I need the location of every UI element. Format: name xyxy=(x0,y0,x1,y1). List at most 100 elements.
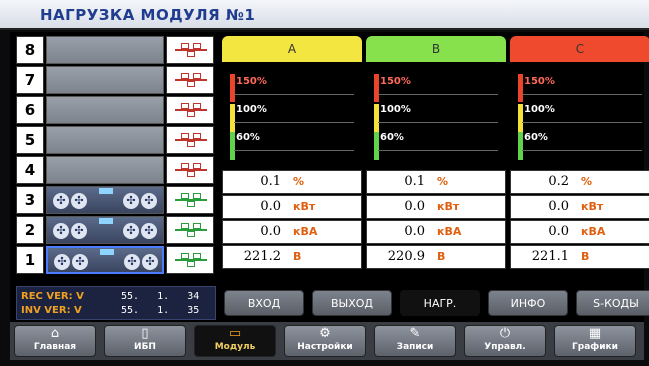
phase-kva-unit: кВА xyxy=(437,225,462,238)
phase-kw-cell: 0.0 кВт xyxy=(510,195,649,219)
inv-version-label: INV VER: V xyxy=(21,305,82,316)
phase-load-cell: 0.1% xyxy=(366,170,506,194)
nav-label: Управл. xyxy=(484,342,526,352)
phase-kw-unit: кВт xyxy=(293,200,316,213)
load-level-label: 150% xyxy=(236,76,267,87)
status-box xyxy=(193,133,201,139)
module-row[interactable]: 6 xyxy=(16,96,226,124)
module-slot[interactable]: ✣ ✣ ✣ ✣ xyxy=(46,186,164,214)
phase-kw-cell: 0.0 кВт xyxy=(366,195,506,219)
module-indicator-light xyxy=(99,218,113,224)
phase-volt-unit: В xyxy=(293,250,302,263)
fan-icon: ✣ xyxy=(54,254,70,270)
module-row[interactable]: 7 xyxy=(16,66,226,94)
status-box xyxy=(181,133,189,139)
load-level-line xyxy=(234,122,354,123)
load-level-segment xyxy=(374,74,379,102)
module-slot[interactable] xyxy=(46,66,164,94)
load-level-segment xyxy=(230,104,235,132)
module-slot[interactable] xyxy=(46,36,164,64)
tab-1[interactable]: ВЫХОД xyxy=(312,290,392,316)
tab-3[interactable]: ИНФО xyxy=(488,290,568,316)
load-level-segment xyxy=(518,74,523,102)
module-status-icon xyxy=(166,156,214,184)
status-box xyxy=(193,253,201,259)
module-slot[interactable] xyxy=(46,126,164,154)
status-box xyxy=(187,261,195,267)
status-box xyxy=(187,201,195,207)
load-level-label: 60% xyxy=(524,132,548,143)
load-level-line xyxy=(522,94,642,95)
module-number: 8 xyxy=(16,36,44,64)
status-box xyxy=(187,141,195,147)
module-slot[interactable]: ✣ ✣ ✣ ✣ xyxy=(46,246,164,274)
phase-kw-value: 0.0 xyxy=(260,199,281,214)
home-icon: ⌂ xyxy=(50,326,60,341)
nav-ups[interactable]: ▯ ИБП xyxy=(104,325,186,357)
module-status-icon xyxy=(166,96,214,124)
module-row[interactable]: 5 xyxy=(16,126,226,154)
load-level-line xyxy=(378,150,498,151)
nav-label: Главная xyxy=(33,342,77,352)
load-level-segment xyxy=(374,104,379,132)
tab-4[interactable]: S-КОДЫ xyxy=(576,290,649,316)
module-row[interactable]: 1 ✣ ✣ ✣ ✣ xyxy=(16,246,226,274)
nav-home[interactable]: ⌂ Главная xyxy=(14,325,96,357)
phase-volt-unit: В xyxy=(437,250,446,263)
status-box xyxy=(181,73,189,79)
load-level-line xyxy=(522,150,642,151)
nav-records[interactable]: ✎ Записи xyxy=(374,325,456,357)
fan-icon: ✣ xyxy=(71,193,87,209)
status-box xyxy=(187,231,195,237)
nav-module[interactable]: ▭ Модуль xyxy=(194,325,276,357)
nav-charts[interactable]: ▦ Графики xyxy=(554,325,636,357)
rec-version-values: 55. 1. 34 xyxy=(121,291,200,302)
status-box xyxy=(193,163,201,169)
phase-volt-value: 221.2 xyxy=(243,249,281,264)
phase-header: B xyxy=(366,36,506,62)
fan-icon: ✣ xyxy=(142,254,158,270)
module-number: 2 xyxy=(16,216,44,244)
page-title: НАГРУЗКА МОДУЛЯ №1 xyxy=(40,6,256,24)
nav-settings-gears[interactable]: ⚙ Настройки xyxy=(284,325,366,357)
nav-power-control[interactable]: ⏻ Управл. xyxy=(464,325,546,357)
load-level-label: 150% xyxy=(380,76,411,87)
phase-volt-value: 220.9 xyxy=(387,249,425,264)
status-box xyxy=(193,223,201,229)
load-bar-area: 150% 100% 60% xyxy=(366,70,506,162)
fan-icon: ✣ xyxy=(123,193,139,209)
load-level-label: 60% xyxy=(380,132,404,143)
phase-volt-cell: 221.2 В xyxy=(222,245,362,269)
ups-icon: ▯ xyxy=(141,326,149,341)
module-number: 6 xyxy=(16,96,44,124)
tab-2[interactable]: НАГР. xyxy=(400,290,480,316)
module-row[interactable]: 3 ✣ ✣ ✣ ✣ xyxy=(16,186,226,214)
nav-label: Записи xyxy=(396,342,434,352)
module-row[interactable]: 8 xyxy=(16,36,226,64)
module-status-icon xyxy=(166,216,214,244)
rec-version-label: REC VER: V xyxy=(21,291,84,302)
module-slot[interactable]: ✣ ✣ ✣ ✣ xyxy=(46,216,164,244)
load-level-bar xyxy=(374,74,379,160)
load-level-line xyxy=(234,150,354,151)
module-icon: ▭ xyxy=(228,326,242,341)
nav-label: ИБП xyxy=(134,342,156,352)
phase-kva-value: 0.0 xyxy=(260,224,281,239)
status-box xyxy=(181,103,189,109)
load-bar-area: 150% 100% 60% xyxy=(222,70,362,162)
module-number: 1 xyxy=(16,246,44,274)
module-slot[interactable] xyxy=(46,156,164,184)
charts-icon: ▦ xyxy=(588,326,602,341)
tab-0[interactable]: ВХОД xyxy=(224,290,304,316)
status-box xyxy=(193,193,201,199)
fan-icon: ✣ xyxy=(141,193,157,209)
status-box xyxy=(181,253,189,259)
load-level-segment xyxy=(374,132,379,160)
fan-icon: ✣ xyxy=(141,223,157,239)
load-level-line xyxy=(522,122,642,123)
module-slot[interactable] xyxy=(46,96,164,124)
status-box xyxy=(181,163,189,169)
module-row[interactable]: 4 xyxy=(16,156,226,184)
module-row[interactable]: 2 ✣ ✣ ✣ ✣ xyxy=(16,216,226,244)
phase-kw-value: 0.0 xyxy=(404,199,425,214)
